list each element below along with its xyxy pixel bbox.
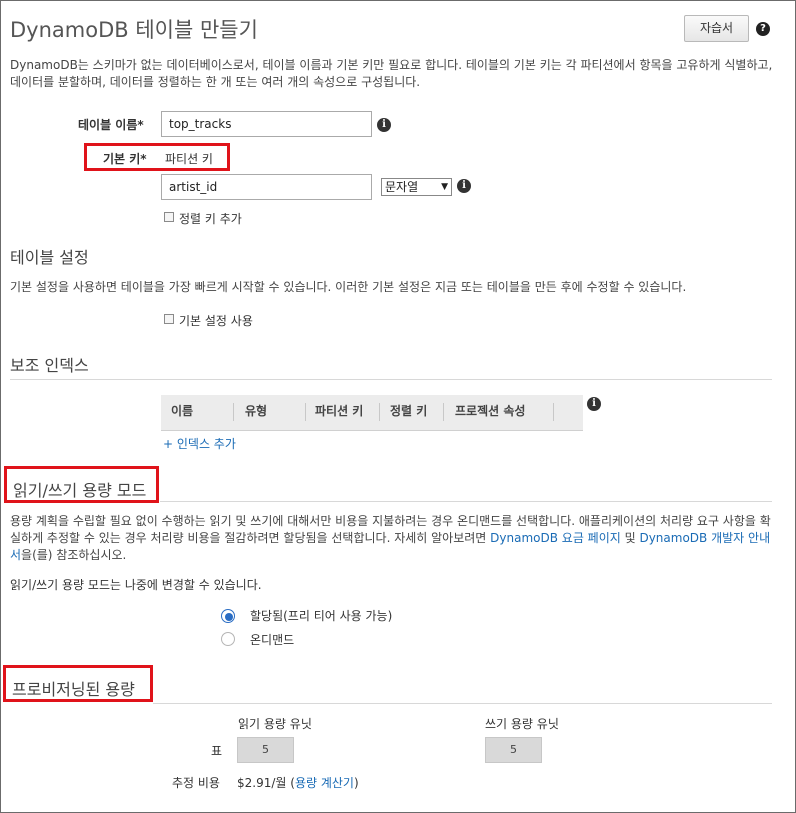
add-index-link[interactable]: + 인덱스 추가 <box>163 435 236 452</box>
table-name-label: 테이블 이름* <box>78 118 144 132</box>
write-capacity-header: 쓰기 용량 유닛 <box>485 717 559 731</box>
table-settings-title: 테이블 설정 <box>10 248 89 267</box>
tutorial-button[interactable]: 자습서 <box>684 15 749 42</box>
column-separator <box>443 403 444 421</box>
intro-text: DynamoDB는 스키마가 없는 데이터베이스로서, 테이블 이름과 기본 키… <box>10 58 773 89</box>
capacity-desc-and: 및 <box>620 531 640 545</box>
primary-key-label: 기본 키* <box>103 152 147 166</box>
index-table-header: 이름 유형 파티션 키 정렬 키 프로젝션 속성 <box>161 395 583 431</box>
column-separator <box>233 403 234 421</box>
column-separator <box>553 403 554 421</box>
capacity-mode-description: 용량 계획을 수립할 필요 없이 수행하는 읽기 및 쓰기에 대해서만 비용을 … <box>10 513 778 564</box>
column-header-projection: 프로젝션 속성 <box>455 404 526 418</box>
partition-key-info-icon[interactable]: i <box>457 179 471 193</box>
pricing-page-link[interactable]: DynamoDB 요금 페이지 <box>490 531 621 545</box>
table-name-info-icon[interactable]: i <box>377 118 391 132</box>
capacity-row-label: 표 <box>211 744 223 758</box>
chevron-down-icon: ▼ <box>441 182 448 192</box>
column-header-name: 이름 <box>171 404 194 418</box>
partition-key-type-select[interactable]: 문자열 ▼ <box>381 178 452 196</box>
index-info-icon[interactable]: i <box>587 397 601 411</box>
on-demand-radio[interactable] <box>221 632 235 646</box>
table-name-input[interactable]: top_tracks <box>161 111 372 137</box>
write-capacity-input[interactable]: 5 <box>485 737 542 763</box>
capacity-desc-end: 을(를) 참조하십시오. <box>21 548 127 562</box>
column-header-partition-key: 파티션 키 <box>315 404 364 418</box>
secondary-indexes-title: 보조 인덱스 <box>10 356 89 375</box>
add-sort-key-checkbox[interactable] <box>164 212 174 222</box>
column-header-type: 유형 <box>245 404 268 418</box>
use-default-settings-label: 기본 설정 사용 <box>179 314 253 328</box>
column-header-sort-key: 정렬 키 <box>390 404 428 418</box>
divider <box>10 379 772 380</box>
partition-key-label: 파티션 키 <box>165 152 213 166</box>
divider <box>160 501 772 502</box>
capacity-mode-title: 읽기/쓰기 용량 모드 <box>13 481 147 500</box>
provisioned-radio[interactable] <box>221 609 235 623</box>
capacity-change-note: 읽기/쓰기 용량 모드는 나중에 변경할 수 있습니다. <box>10 578 262 592</box>
estimated-cost-label: 추정 비용 <box>172 776 220 790</box>
on-demand-label: 온디맨드 <box>250 633 295 647</box>
use-default-settings-checkbox[interactable] <box>164 314 174 324</box>
estimated-cost-close: ) <box>353 776 359 790</box>
estimated-cost-value: $2.91/월 ( <box>237 776 295 790</box>
help-icon[interactable]: ? <box>756 22 770 36</box>
column-separator <box>305 403 306 421</box>
provisioned-label: 할당됨(프리 티어 사용 가능) <box>250 609 393 623</box>
page-title: DynamoDB 테이블 만들기 <box>10 18 258 42</box>
column-separator <box>379 403 380 421</box>
provisioned-capacity-title: 프로비저닝된 용량 <box>12 680 135 699</box>
read-capacity-input[interactable]: 5 <box>237 737 294 763</box>
read-capacity-header: 읽기 용량 유닛 <box>238 717 312 731</box>
divider <box>153 703 772 704</box>
add-sort-key-label: 정렬 키 추가 <box>179 212 242 226</box>
estimated-cost: $2.91/월 (용량 계산기) <box>237 774 359 791</box>
partition-key-input[interactable]: artist_id <box>161 174 372 200</box>
capacity-calculator-link[interactable]: 용량 계산기 <box>295 776 354 790</box>
select-value: 문자열 <box>385 180 419 194</box>
table-settings-description: 기본 설정을 사용하면 테이블을 가장 빠르게 시작할 수 있습니다. 이러한 … <box>10 280 687 294</box>
